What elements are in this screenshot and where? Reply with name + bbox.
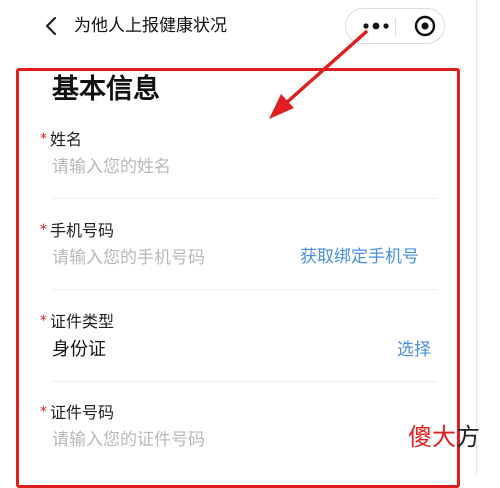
navigation-bar: 为他人上报健康状况 bbox=[0, 0, 500, 56]
required-mark: * bbox=[40, 404, 47, 420]
select-id-type-link[interactable]: 选择 bbox=[397, 337, 431, 363]
watermark-logo: 傻大方 bbox=[408, 423, 480, 451]
field-divider bbox=[52, 198, 437, 199]
required-mark: * bbox=[40, 222, 47, 238]
page-title: 为他人上报健康状况 bbox=[74, 16, 227, 36]
mini-program-capsule bbox=[345, 8, 445, 44]
section-title: 基本信息 bbox=[52, 74, 160, 105]
ellipsis-icon[interactable] bbox=[356, 9, 396, 43]
id-type-label: * 证件类型 bbox=[40, 312, 115, 331]
phone-input[interactable] bbox=[52, 245, 302, 271]
capsule-divider bbox=[395, 18, 396, 36]
chevron-left-icon[interactable] bbox=[42, 14, 60, 38]
id-type-value[interactable]: 身份证 bbox=[52, 337, 106, 363]
id-number-input[interactable] bbox=[52, 427, 302, 453]
required-mark: * bbox=[40, 313, 47, 329]
required-mark: * bbox=[40, 131, 47, 147]
content-edge bbox=[476, 0, 477, 475]
field-divider bbox=[52, 381, 437, 382]
name-label: * 姓名 bbox=[40, 130, 83, 149]
phone-label: * 手机号码 bbox=[40, 221, 115, 240]
annotation-highlight-box bbox=[16, 68, 460, 488]
name-input[interactable] bbox=[52, 154, 302, 180]
field-divider bbox=[52, 289, 437, 290]
target-circle-icon[interactable] bbox=[406, 9, 444, 43]
id-number-label: * 证件号码 bbox=[40, 403, 115, 422]
get-bound-phone-link[interactable]: 获取绑定手机号 bbox=[300, 244, 419, 270]
